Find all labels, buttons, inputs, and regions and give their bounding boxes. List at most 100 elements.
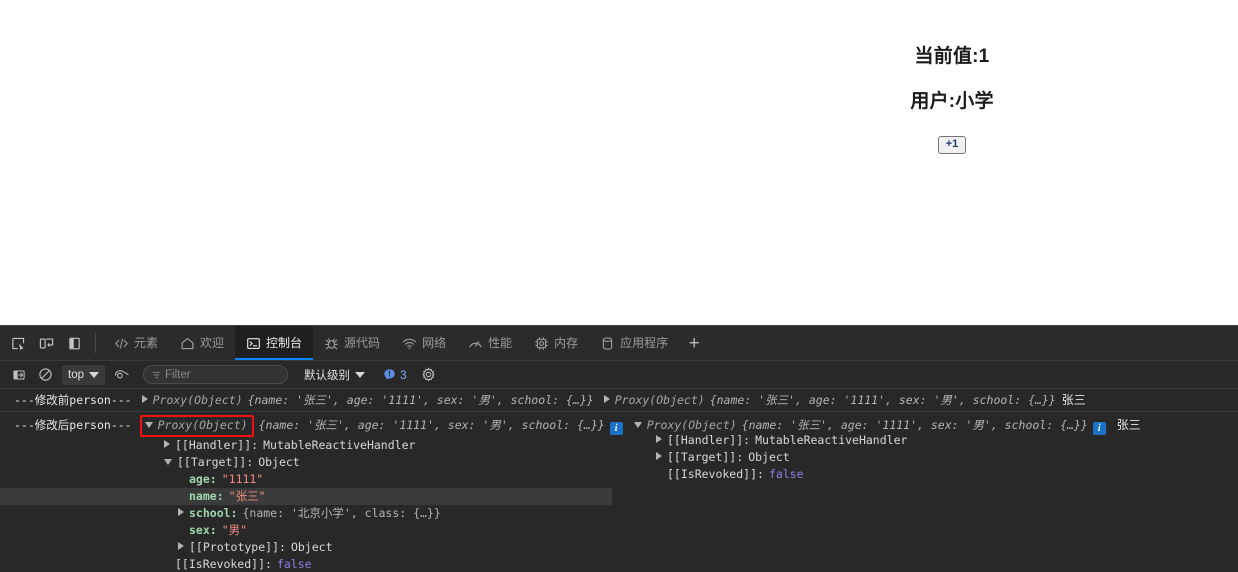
chip-icon [535,336,548,350]
gauge-icon [469,340,482,347]
log-prefix-dashes-left: --- [14,393,35,407]
object-preview: {name: '张三', age: '1111', sex: '男', scho… [709,393,1056,407]
expand-arrow-icon[interactable] [178,542,184,550]
expand-arrow-icon[interactable] [603,395,610,403]
tree-row[interactable]: sex: "男" [0,522,1238,539]
issues-counter[interactable]: 3 [383,368,407,382]
chevron-down-icon [89,371,99,378]
tree-value: Object [258,455,300,469]
collapse-arrow-icon[interactable] [164,459,172,465]
tree-sep: : [246,455,254,469]
tree-sep: : [251,438,259,452]
proxy-type-label: Proxy(Object) [157,418,248,432]
expand-arrow-icon[interactable] [656,435,662,443]
console-toolbar: top 默认级别 3 [0,361,1238,389]
tab-label: 内存 [554,335,579,350]
issue-icon [384,369,395,380]
tab-elements[interactable]: 元素 [103,326,169,360]
inspect-element-icon[interactable] [4,326,32,360]
no-entry-icon[interactable] [32,364,58,386]
log-prefix-cn: 修改前 [34,393,70,407]
log-source-link[interactable]: 张三 [1117,417,1141,434]
tree-key: [[Handler]] [667,433,744,447]
info-badge-icon[interactable]: i [1092,422,1106,435]
log-source-link[interactable]: 张三 [1062,392,1086,409]
collapse-arrow-icon[interactable] [633,422,642,428]
live-expression-icon[interactable] [109,364,135,386]
tree-row[interactable]: [[Handler]]: MutableReactiveHandler [0,437,1238,454]
dock-side-icon[interactable] [60,326,88,360]
tree-key: [[Target]] [177,455,247,469]
tab-console[interactable]: 控制台 [235,326,314,360]
tree-row[interactable]: [[Target]]: Object [0,454,1238,471]
tree-row[interactable]: [[IsRevoked]]: false [0,556,1238,572]
tab-label: 控制台 [266,335,303,350]
console-message-row[interactable]: ---修改前person--- Proxy(Object) {name: '张三… [0,389,1238,412]
collapse-arrow-icon[interactable] [144,422,153,428]
tree-row[interactable]: [[Prototype]]: Object [0,539,1238,556]
console-filter-box[interactable] [143,365,288,384]
tree-key: name [189,489,217,503]
log-level-value: 默认级别 [304,369,350,382]
tab-label: 网络 [422,335,447,350]
filter-icon [152,371,161,378]
object-preview: {name: '张三', age: '1111', sex: '男', scho… [247,393,594,407]
tree-sep: : [743,433,751,447]
tab-performance[interactable]: 性能 [457,326,523,360]
tab-label: 性能 [488,335,513,350]
clear-console-icon[interactable] [6,364,32,386]
highlighted-proxy-token[interactable]: Proxy(Object) [139,415,254,437]
tree-sep: : [216,489,224,503]
proxy-type-label: Proxy(Object) [614,393,705,407]
device-toolbar-icon[interactable] [32,326,60,360]
web-page-viewport: 当前值:1 用户:小学 +1 [0,0,1238,325]
tree-value: Object [290,540,333,554]
console-message-row[interactable]: ---修改后person--- Proxy(Object) {name: '张三… [0,412,1238,572]
tree-value: "1111" [221,472,264,486]
proxy-type-label: Proxy(Object) [152,393,243,407]
gear-icon[interactable] [421,367,436,382]
tab-network[interactable]: 网络 [391,326,457,360]
tab-sources[interactable]: 源代码 [313,326,391,360]
console-filter-input[interactable] [164,368,279,381]
tab-application[interactable]: 应用程序 [589,326,679,360]
tree-row[interactable]: [[IsRevoked]]: false [620,466,907,483]
increment-button[interactable]: +1 [937,135,967,154]
tab-label: 源代码 [344,335,381,350]
tree-key: [[Prototype]] [189,540,280,554]
expand-arrow-icon[interactable] [141,395,148,403]
tree-sep: : [209,472,217,486]
tree-row[interactable]: [[Target]]: Object [620,449,907,466]
object-preview: {name: '张三', age: '1111', sex: '男', scho… [258,418,605,432]
tabbar-divider [95,333,96,353]
tree-row[interactable]: name: "张三" [0,488,612,505]
log-prefix-word: person [69,393,111,407]
log-prefix-word: person [69,418,111,432]
console-output[interactable]: ---修改前person--- Proxy(Object) {name: '张三… [0,389,1238,572]
tab-label: 元素 [134,335,159,350]
tree-row[interactable]: school: {name: '北京小学', class: {…}} [0,505,1238,522]
tree-value: "男" [221,523,248,537]
tree-key: [[IsRevoked]] [175,557,266,571]
tree-value: false [768,467,804,481]
tab-label: 欢迎 [200,335,225,350]
log-level-selector[interactable]: 默认级别 [304,367,365,383]
add-panel-button[interactable]: + [679,326,709,360]
execution-context-value: top [68,368,84,381]
tree-sep: : [209,523,217,537]
bug-icon [325,337,338,349]
tab-memory[interactable]: 内存 [523,326,589,360]
tree-row[interactable]: [[Handler]]: MutableReactiveHandler [620,432,907,449]
expand-arrow-icon[interactable] [178,508,184,516]
log-prefix-cn: 修改后 [34,418,70,432]
tree-value: {name: '北京小学', class: {…}} [242,506,441,520]
expand-arrow-icon[interactable] [164,440,170,448]
tab-welcome[interactable]: 欢迎 [169,326,235,360]
user-heading: 用户:小学 [910,90,994,112]
expand-arrow-icon[interactable] [656,452,662,460]
tree-row[interactable]: age: "1111" [0,471,1238,488]
tree-key: sex [189,523,210,537]
tree-sep: : [279,540,286,554]
page-content: 当前值:1 用户:小学 +1 [820,0,1084,154]
execution-context-selector[interactable]: top [62,364,105,385]
